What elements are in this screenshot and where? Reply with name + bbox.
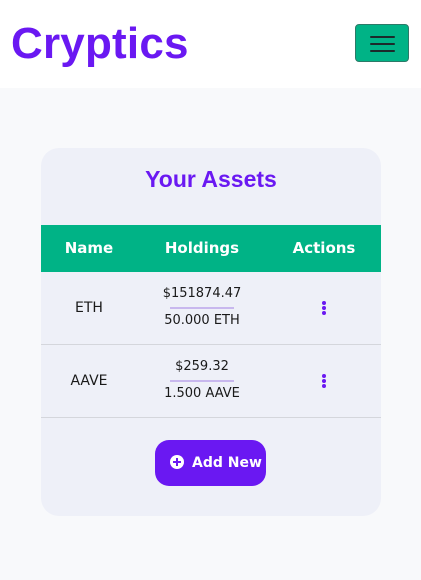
asset-name: ETH bbox=[75, 300, 103, 316]
top-navbar: Cryptics bbox=[0, 0, 421, 88]
holdings-usd: $151874.47 bbox=[162, 286, 242, 301]
brand-logo[interactable]: Cryptics bbox=[11, 18, 189, 70]
table-row: ETH $151874.47 50.000 ETH bbox=[41, 272, 381, 345]
hamburger-menu-icon bbox=[370, 36, 395, 38]
assets-card: Your Assets Name Holdings Actions ETH $1… bbox=[41, 148, 381, 516]
column-header-name: Name bbox=[64, 239, 114, 257]
column-header-holdings: Holdings bbox=[164, 239, 240, 257]
column-header-actions: Actions bbox=[292, 239, 356, 257]
asset-actions bbox=[267, 345, 381, 417]
card-title: Your Assets bbox=[145, 166, 277, 192]
holdings-divider bbox=[170, 380, 234, 382]
holdings-usd: $259.32 bbox=[175, 359, 229, 374]
more-vertical-icon[interactable] bbox=[317, 370, 331, 392]
more-vertical-icon[interactable] bbox=[317, 297, 331, 319]
table-header: Name Holdings Actions bbox=[41, 225, 381, 272]
add-new-button[interactable]: Add New bbox=[155, 440, 266, 486]
plus-circle-icon bbox=[170, 455, 184, 469]
holdings-divider bbox=[170, 307, 234, 309]
asset-holdings: $151874.47 50.000 ETH bbox=[137, 272, 267, 344]
asset-actions bbox=[267, 272, 381, 344]
asset-name: AAVE bbox=[70, 373, 108, 389]
table-row: AAVE $259.32 1.500 AAVE bbox=[41, 345, 381, 418]
menu-toggle-button[interactable] bbox=[355, 24, 409, 62]
add-new-label: Add New bbox=[192, 455, 262, 471]
asset-holdings: $259.32 1.500 AAVE bbox=[137, 345, 267, 417]
holdings-quantity: 50.000 ETH bbox=[164, 313, 240, 328]
holdings-quantity: 1.500 AAVE bbox=[164, 386, 240, 401]
